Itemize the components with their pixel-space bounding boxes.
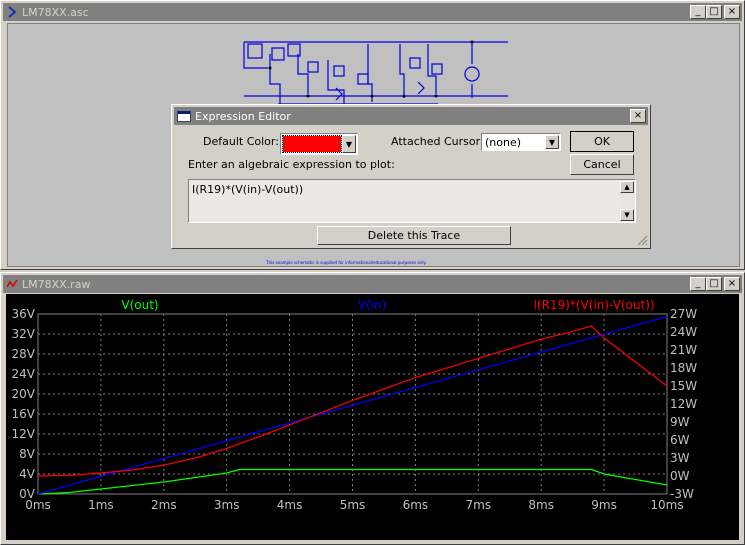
default-color-select[interactable]: ▼ — [280, 133, 358, 155]
chevron-down-icon[interactable]: ▼ — [545, 135, 559, 149]
y-left-tick-label: 8V — [19, 447, 36, 461]
y-left-tick-label: 16V — [12, 407, 36, 421]
expression-text: I(R19)*(V(in)-V(out)) — [192, 183, 304, 196]
x-tick-label: 9ms — [591, 498, 617, 512]
close-button[interactable]: × — [724, 5, 740, 19]
x-tick-label: 3ms — [214, 498, 240, 512]
y-left-tick-label: 32V — [12, 327, 36, 341]
expression-scrollbar[interactable]: ▲ ▼ — [620, 181, 634, 221]
y-left-tick-label: 12V — [12, 427, 36, 441]
y-right-tick-label: 12W — [670, 397, 697, 411]
x-tick-label: 8ms — [528, 498, 554, 512]
expression-input[interactable]: I(R19)*(V(in)-V(out)) ▲ ▼ — [188, 179, 636, 223]
x-tick-label: 10ms — [650, 498, 683, 512]
x-tick-label: 6ms — [403, 498, 429, 512]
scroll-down-button[interactable]: ▼ — [620, 209, 634, 221]
chevron-down-icon[interactable]: ▼ — [342, 135, 356, 153]
x-tick-label: 4ms — [277, 498, 303, 512]
y-right-tick-label: 0W — [670, 469, 690, 483]
waveform-icon — [5, 277, 19, 291]
minimize-button[interactable]: _ — [690, 5, 706, 19]
y-right-tick-label: 9W — [670, 415, 690, 429]
minimize-button[interactable]: _ — [690, 277, 706, 291]
expression-editor-dialog: Expression Editor × Default Color: ▼ Att… — [171, 104, 651, 249]
dialog-close-button[interactable]: × — [630, 109, 646, 123]
schematic-note: This example schematic is supplied for i… — [265, 260, 427, 265]
color-swatch — [282, 135, 342, 153]
y-left-tick-label: 24V — [12, 367, 36, 381]
ltspice-schematic-icon — [5, 5, 19, 19]
schematic-title: LM78XX.asc — [22, 5, 89, 19]
delete-trace-button[interactable]: Delete this Trace — [317, 226, 511, 245]
y-right-tick-label: 27W — [670, 307, 697, 321]
y-right-tick-label: 6W — [670, 433, 690, 447]
cancel-button[interactable]: Cancel — [570, 154, 634, 175]
dialog-window-icon — [177, 110, 191, 122]
x-tick-label: 1ms — [88, 498, 114, 512]
ok-button[interactable]: OK — [570, 131, 634, 152]
waveform-plot[interactable]: 36V 32V 28V 24V 20V 16V 12V 8V 4V 0V 27W 24W 21W 18W… — [6, 294, 739, 540]
schematic-titlebar[interactable]: LM78XX.asc _ □ × — [3, 3, 742, 21]
y-right-tick-label: 21W — [670, 343, 697, 357]
attached-cursor-select[interactable]: (none) ▼ — [481, 133, 561, 151]
dialog-title: Expression Editor — [195, 109, 291, 123]
close-button[interactable]: × — [724, 277, 740, 291]
y-right-tick-label: 18W — [670, 361, 697, 375]
dialog-titlebar[interactable]: Expression Editor × — [174, 107, 648, 125]
waveform-titlebar[interactable]: LM78XX.raw _ □ × — [3, 275, 742, 293]
attached-cursor-value: (none) — [485, 136, 522, 149]
trace-legend-label[interactable]: V(in) — [358, 298, 387, 312]
trace-legend-label[interactable]: V(out) — [121, 298, 158, 312]
waveform-chart: 36V32V28V24V20V16V12V8V4V0V 27W24W21W18W… — [12, 298, 698, 512]
y-left-tick-label: 4V — [19, 467, 36, 481]
x-tick-label: 5ms — [340, 498, 366, 512]
expression-prompt: Enter an algebraic expression to plot: — [188, 158, 395, 171]
maximize-button[interactable]: □ — [706, 277, 722, 291]
y-left-tick-label: 28V — [12, 347, 36, 361]
y-right-tick-label: 3W — [670, 451, 690, 465]
trace-legend-label[interactable]: I(R19)*(V(in)-V(out)) — [533, 298, 654, 312]
y-right-tick-label: 15W — [670, 379, 697, 393]
scroll-up-button[interactable]: ▲ — [620, 181, 634, 193]
maximize-button[interactable]: □ — [706, 5, 722, 19]
x-tick-label: 0ms — [25, 498, 51, 512]
trace-line[interactable] — [37, 315, 668, 495]
x-tick-label: 2ms — [151, 498, 177, 512]
waveform-title: LM78XX.raw — [22, 277, 91, 291]
x-tick-label: 7ms — [466, 498, 492, 512]
resize-grip-icon[interactable] — [637, 235, 648, 246]
y-right-tick-label: 24W — [670, 325, 697, 339]
attached-cursor-label: Attached Cursor: — [391, 135, 484, 148]
trace-line[interactable] — [37, 325, 668, 477]
y-left-tick-label: 20V — [12, 387, 36, 401]
y-left-tick-label: 36V — [12, 307, 36, 321]
default-color-label: Default Color: — [203, 135, 279, 148]
